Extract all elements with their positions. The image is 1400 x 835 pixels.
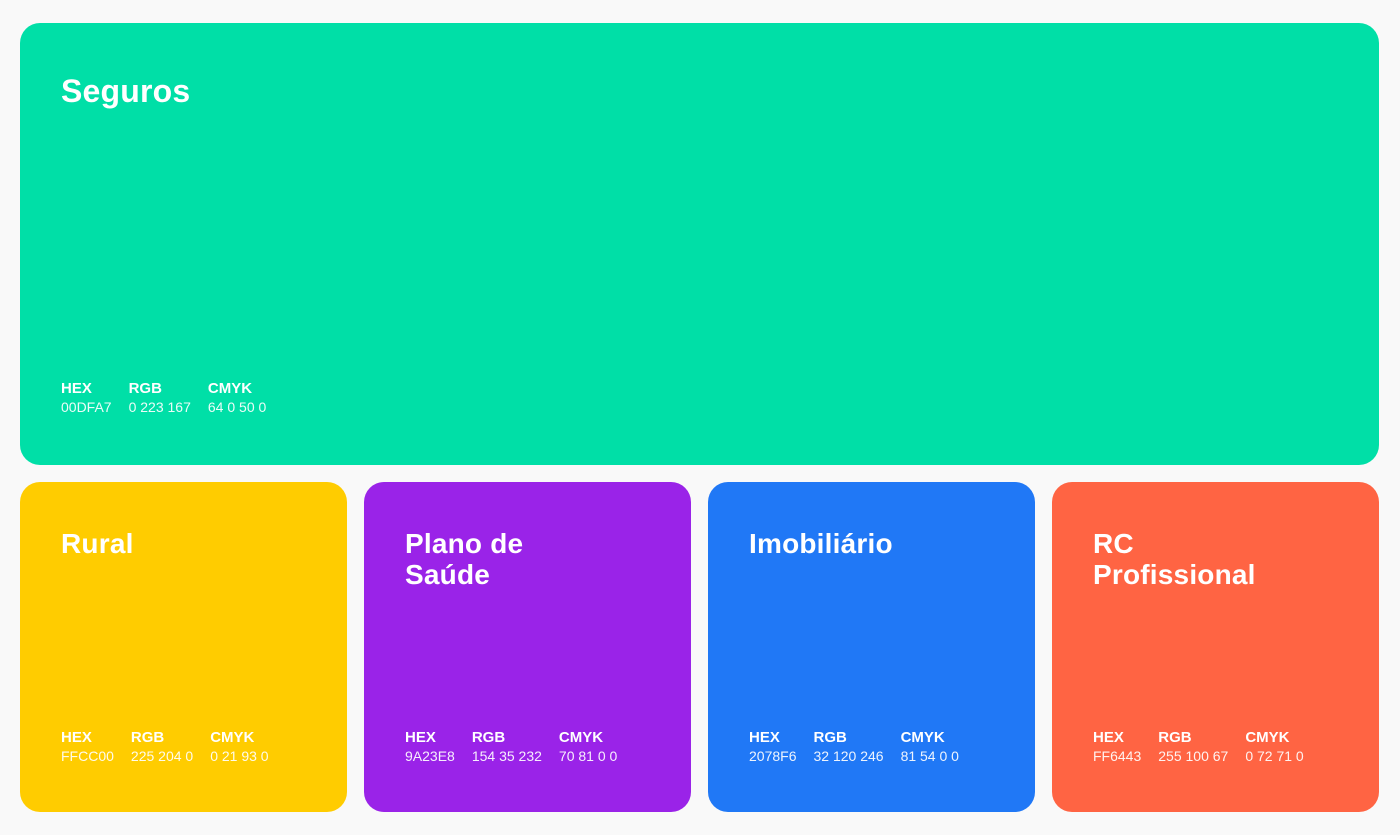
spec-label-hex: HEX — [749, 729, 780, 746]
spec-label-hex: HEX — [405, 729, 436, 746]
spec-label-rgb: RGB — [128, 380, 162, 397]
spec-rgb: RGB 154 35 232 — [472, 729, 542, 765]
spec-value-hex: 9A23E8 — [405, 748, 455, 764]
spec-label-cmyk: CMYK — [207, 380, 253, 397]
color-card-plano-de-saude: Plano de Saúde HEX 9A23E8 RGB 154 35 232… — [364, 482, 691, 812]
spec-hex: HEX 00DFA7 — [61, 380, 112, 416]
spec-label-hex: HEX — [61, 380, 92, 397]
spec-cmyk: CMYK 70 81 0 0 — [559, 729, 617, 765]
spec-hex: HEX 9A23E8 — [405, 729, 455, 765]
spec-label-cmyk: CMYK — [558, 729, 604, 746]
spec-value-hex: FF6443 — [1093, 748, 1142, 764]
spec-value-cmyk: 0 21 93 0 — [210, 748, 269, 764]
spec-label-cmyk: CMYK — [1245, 729, 1290, 746]
card-title: Rural — [61, 528, 134, 559]
spec-rgb: RGB 255 100 67 — [1158, 729, 1228, 765]
spec-label-cmyk: CMYK — [900, 729, 945, 746]
spec-value-hex: 2078F6 — [749, 748, 797, 764]
spec-label-rgb: RGB — [1158, 729, 1192, 746]
card-title: RC Profissional — [1093, 528, 1256, 590]
spec-label-rgb: RGB — [130, 729, 165, 746]
spec-value-rgb: 154 35 232 — [471, 748, 542, 764]
color-specs: HEX FFCC00 RGB 225 204 0 CMYK 0 21 93 0 — [61, 729, 269, 765]
spec-value-rgb: 32 120 246 — [813, 748, 884, 764]
spec-hex: HEX 2078F6 — [749, 729, 796, 765]
spec-cmyk: CMYK 0 21 93 0 — [210, 729, 268, 765]
color-specs: HEX 9A23E8 RGB 154 35 232 CMYK 70 81 0 0 — [405, 729, 617, 765]
spec-value-cmyk: 64 0 50 0 — [207, 399, 267, 415]
spec-label-hex: HEX — [61, 729, 92, 746]
spec-value-cmyk: 81 54 0 0 — [900, 748, 959, 764]
spec-value-rgb: 0 223 167 — [128, 399, 191, 415]
spec-rgb: RGB 32 120 246 — [813, 729, 883, 765]
spec-rgb: RGB 225 204 0 — [131, 729, 193, 765]
card-title: Seguros — [61, 73, 191, 109]
spec-hex: HEX FF6443 — [1093, 729, 1141, 765]
card-title: Imobiliário — [749, 528, 893, 559]
color-palette-page: Seguros HEX 00DFA7 RGB 0 223 167 CMYK 64… — [0, 0, 1400, 835]
spec-value-hex: FFCC00 — [61, 748, 114, 764]
color-specs: HEX 2078F6 RGB 32 120 246 CMYK 81 54 0 0 — [749, 729, 959, 765]
spec-label-rgb: RGB — [471, 729, 506, 746]
color-card-seguros: Seguros HEX 00DFA7 RGB 0 223 167 CMYK 64… — [20, 23, 1379, 465]
spec-value-cmyk: 70 81 0 0 — [558, 748, 618, 764]
color-specs: HEX 00DFA7 RGB 0 223 167 CMYK 64 0 50 0 — [61, 380, 266, 416]
color-card-rural: Rural HEX FFCC00 RGB 225 204 0 CMYK 0 21… — [20, 482, 347, 812]
spec-label-rgb: RGB — [813, 729, 847, 746]
spec-value-rgb: 255 100 67 — [1158, 748, 1229, 764]
spec-value-rgb: 225 204 0 — [130, 748, 194, 764]
card-title: Plano de Saúde — [405, 528, 524, 590]
color-card-imobiliario: Imobiliário HEX 2078F6 RGB 32 120 246 CM… — [708, 482, 1035, 812]
color-card-rc-profissional: RC Profissional HEX FF6443 RGB 255 100 6… — [1052, 482, 1379, 812]
spec-hex: HEX FFCC00 — [61, 729, 114, 765]
spec-label-cmyk: CMYK — [210, 729, 255, 746]
color-specs: HEX FF6443 RGB 255 100 67 CMYK 0 72 71 0 — [1093, 729, 1304, 765]
spec-value-hex: 00DFA7 — [61, 399, 112, 415]
spec-rgb: RGB 0 223 167 — [129, 380, 191, 416]
spec-value-cmyk: 0 72 71 0 — [1245, 748, 1304, 764]
spec-cmyk: CMYK 0 72 71 0 — [1245, 729, 1303, 765]
spec-cmyk: CMYK 64 0 50 0 — [208, 380, 266, 416]
spec-label-hex: HEX — [1093, 729, 1124, 746]
spec-cmyk: CMYK 81 54 0 0 — [901, 729, 959, 765]
